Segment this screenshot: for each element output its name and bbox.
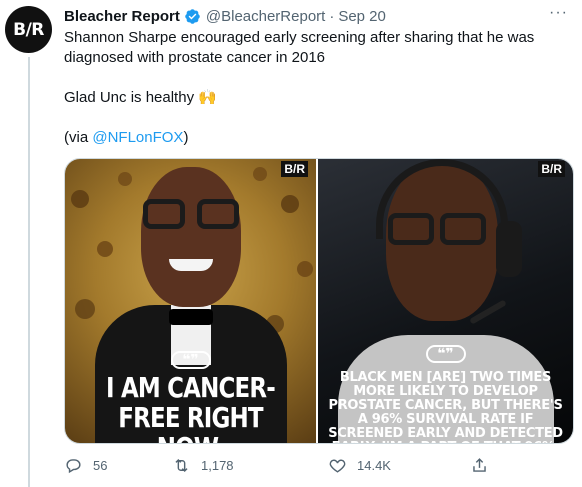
like-button[interactable]: 14.4K bbox=[328, 456, 391, 475]
retweet-count: 1,178 bbox=[201, 457, 234, 473]
reply-icon bbox=[66, 458, 81, 473]
author-handle[interactable]: @BleacherReport bbox=[206, 8, 325, 25]
glasses-left-lens bbox=[142, 199, 185, 229]
bowtie bbox=[168, 309, 213, 325]
glasses-right-lens bbox=[439, 213, 486, 245]
separator-dot: · bbox=[329, 7, 335, 25]
avatar[interactable]: B/R bbox=[5, 6, 52, 53]
br-watermark: B/R bbox=[281, 161, 309, 177]
media-image-right[interactable]: B/R ❝❞ BLACK MEN [ARE] TWO TIMES MORE LI… bbox=[318, 159, 573, 443]
like-count: 14.4K bbox=[357, 457, 391, 473]
tweet-date[interactable]: Sep 20 bbox=[338, 8, 386, 25]
heart-icon bbox=[329, 459, 346, 473]
headset-earcup bbox=[495, 221, 522, 277]
retweet-icon bbox=[175, 458, 188, 472]
nflonfox-link[interactable]: @NFLonFOX bbox=[92, 129, 183, 146]
media-caption-left: I AM CANCER-FREE RIGHT NOW. bbox=[106, 371, 276, 444]
tweet-text-line: Shannon Sharpe encouraged early screenin… bbox=[64, 29, 535, 66]
media-caption-right: BLACK MEN [ARE] TWO TIMES MORE LIKELY TO… bbox=[328, 370, 563, 444]
glasses-right-lens bbox=[196, 199, 239, 229]
tweet-text: Shannon Sharpe encouraged early screenin… bbox=[64, 28, 564, 148]
share-icon bbox=[473, 457, 486, 472]
tweet-via-line: (via @NFLonFOX) bbox=[64, 128, 564, 148]
author-name[interactable]: Bleacher Report bbox=[64, 8, 180, 25]
br-watermark: B/R bbox=[538, 161, 565, 177]
via-prefix: (via bbox=[64, 129, 93, 146]
tweet-text-line: Glad Unc is healthy 🙌 bbox=[64, 89, 217, 106]
quote-icon: ❝❞ bbox=[170, 351, 211, 369]
glasses-left-lens bbox=[387, 213, 434, 245]
tweet-actions: 56 1,178 14.4K bbox=[64, 454, 494, 476]
more-options-icon[interactable]: ··· bbox=[549, 4, 568, 22]
reply-button[interactable]: 56 bbox=[64, 456, 107, 475]
smile bbox=[168, 259, 213, 271]
verified-badge-icon bbox=[185, 8, 200, 24]
media-grid: B/R ❝❞ I AM CANCER-FREE RIGHT NOW. B/R ❝… bbox=[64, 158, 574, 444]
reply-count: 56 bbox=[93, 457, 108, 473]
quote-icon: ❝❞ bbox=[425, 345, 466, 363]
share-button[interactable] bbox=[470, 456, 499, 475]
via-suffix: ) bbox=[183, 129, 189, 146]
face bbox=[140, 167, 241, 307]
avatar-logo-text: B/R bbox=[13, 19, 44, 40]
media-image-left[interactable]: B/R ❝❞ I AM CANCER-FREE RIGHT NOW. bbox=[65, 159, 317, 444]
thread-line bbox=[28, 57, 30, 487]
retweet-button[interactable]: 1,178 bbox=[172, 456, 234, 475]
tweet-header: Bleacher Report @BleacherReport · Sep 20 bbox=[64, 6, 386, 26]
